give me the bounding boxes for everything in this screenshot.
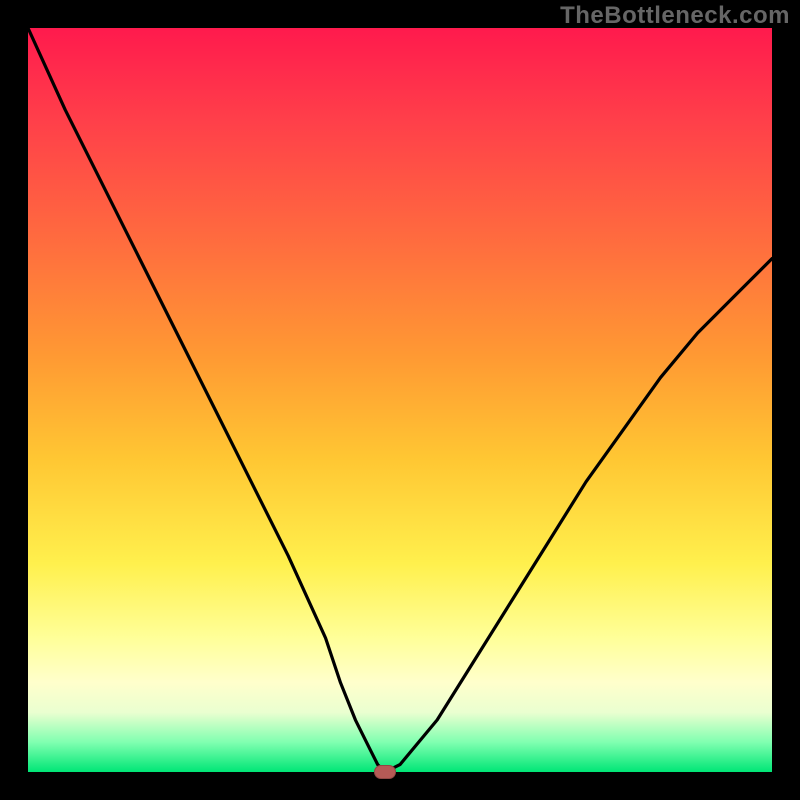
chart-frame: TheBottleneck.com [0,0,800,800]
plot-area [28,28,772,772]
bottleneck-curve [28,28,772,772]
minimum-marker [374,765,396,779]
watermark-text: TheBottleneck.com [560,2,790,30]
